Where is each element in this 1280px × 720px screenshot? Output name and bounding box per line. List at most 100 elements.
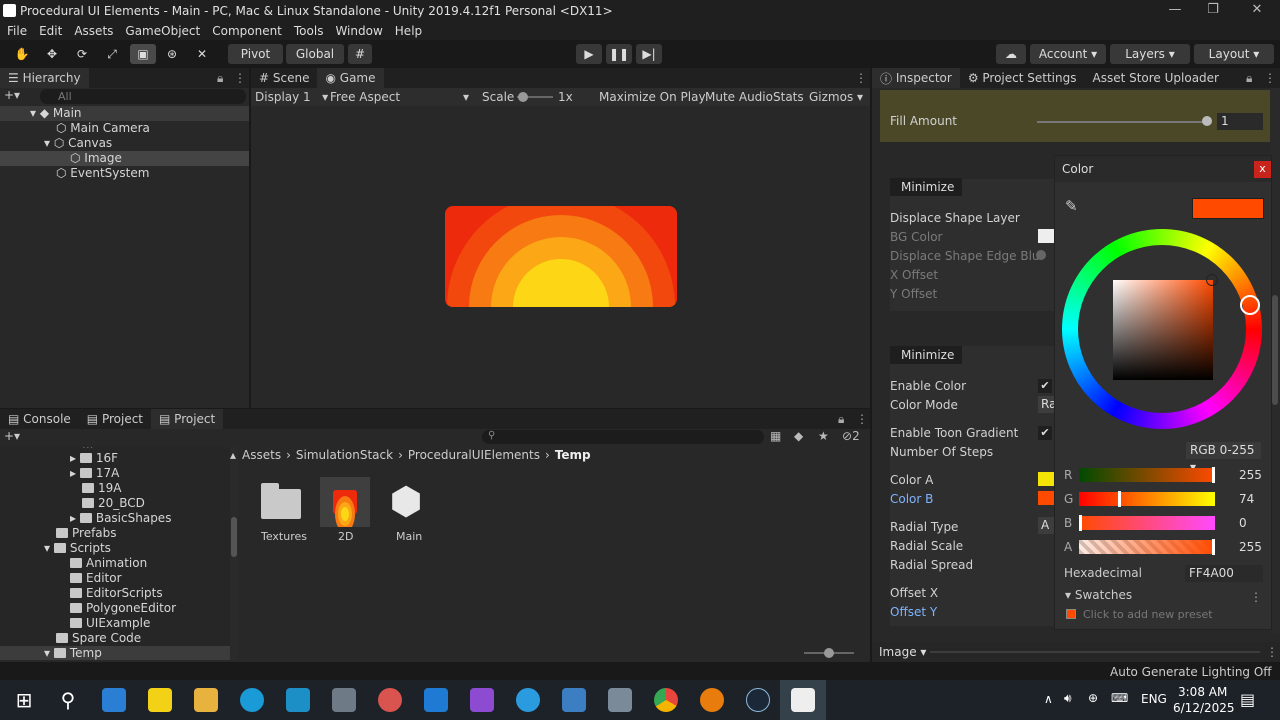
transform-tool-icon[interactable]: ⊛ xyxy=(160,44,184,64)
layout-dropdown[interactable]: Layout ▾ xyxy=(1194,44,1274,64)
cloud-icon[interactable]: ☁ xyxy=(996,44,1026,64)
hex-input[interactable]: FF4A00 xyxy=(1185,565,1263,582)
unity-hub-icon[interactable] xyxy=(608,688,632,712)
fill-amount-field[interactable]: 1 xyxy=(1217,113,1263,130)
swatches-menu-icon[interactable]: ⋮ xyxy=(1250,590,1262,604)
folder-uiexample[interactable]: UIExample xyxy=(70,616,150,631)
close-window-button[interactable]: ✕ xyxy=(1242,2,1272,20)
lock-icon[interactable]: 🔒︎ xyxy=(217,71,223,86)
more-options-icon[interactable]: ⋮ xyxy=(856,412,868,426)
folder-basicshapes[interactable]: ▸ BasicShapes xyxy=(70,511,171,526)
mute-audio-toggle[interactable]: Mute Audio xyxy=(705,90,773,104)
stats-toggle[interactable]: Stats xyxy=(773,90,804,104)
visual-studio-icon[interactable] xyxy=(470,688,494,712)
minimize-button-2[interactable]: Minimize xyxy=(890,346,962,364)
sv-picker-handle[interactable] xyxy=(1206,274,1218,286)
breadcrumb-toggle-icon[interactable]: ▴ xyxy=(230,448,236,462)
tab-game[interactable]: ◉ Game xyxy=(317,68,384,88)
app-icon[interactable] xyxy=(516,688,540,712)
breadcrumb-temp[interactable]: Temp xyxy=(555,448,591,462)
tab-inspector[interactable]: ⓘ Inspector xyxy=(872,68,960,88)
b-slider-handle[interactable] xyxy=(1079,515,1082,531)
snipping-tool-icon[interactable] xyxy=(378,688,402,712)
scale-slider-handle[interactable] xyxy=(518,92,528,102)
a-value-field[interactable]: 255 xyxy=(1235,539,1280,556)
pause-button[interactable]: ❚❚ xyxy=(606,44,632,64)
grid-snap-icon[interactable]: # xyxy=(348,44,372,64)
fill-amount-slider-handle[interactable] xyxy=(1202,116,1212,126)
store-icon[interactable] xyxy=(102,688,126,712)
more-options-icon[interactable]: ⋮ xyxy=(1264,71,1276,85)
pivot-toggle[interactable]: Pivot xyxy=(228,44,283,64)
search-icon[interactable]: ⚲ xyxy=(56,688,80,712)
folder-16f[interactable]: ▸ 16F xyxy=(70,451,118,466)
tab-project-settings[interactable]: ⚙ Project Settings xyxy=(960,68,1085,88)
footer-image-dropdown[interactable]: Image ▾ xyxy=(879,645,926,659)
unity-scene-icon[interactable]: ⬢ xyxy=(384,479,428,523)
close-button[interactable]: x xyxy=(1254,161,1271,178)
color-a-swatch[interactable] xyxy=(1038,472,1054,486)
icon-size-slider-handle[interactable] xyxy=(824,648,834,658)
g-slider-handle[interactable] xyxy=(1118,491,1121,507)
aspect-dropdown[interactable]: Free Aspect xyxy=(330,90,400,104)
folder-editor[interactable]: Editor xyxy=(70,571,122,586)
create-asset-button[interactable]: +▾ xyxy=(4,429,20,443)
breadcrumb-simulationstack[interactable]: SimulationStack xyxy=(296,448,393,462)
filter-label-icon[interactable]: ◆ xyxy=(794,429,803,443)
b-slider[interactable] xyxy=(1079,516,1215,530)
hidden-count[interactable]: ⊘2 xyxy=(842,429,860,443)
clock-time[interactable]: 3:08 AM xyxy=(1178,685,1227,699)
color-mode-dropdown[interactable]: RGB 0-255 ▾ xyxy=(1186,442,1261,474)
account-dropdown[interactable]: Account ▾ xyxy=(1030,44,1106,64)
folder-animation[interactable]: Animation xyxy=(70,556,147,571)
tab-asset-store-uploader[interactable]: Asset Store Uploader xyxy=(1084,68,1227,88)
folder-icon[interactable] xyxy=(258,481,304,521)
chevron-up-icon[interactable]: ∧ xyxy=(1044,692,1053,706)
menu-edit[interactable]: Edit xyxy=(39,24,62,38)
more-options-icon[interactable]: ⋮ xyxy=(234,71,246,85)
saturation-value-square[interactable] xyxy=(1113,280,1213,380)
folder-spare-code[interactable]: Spare Code xyxy=(56,631,141,646)
language-indicator[interactable]: ENG xyxy=(1141,692,1167,706)
menu-component[interactable]: Component xyxy=(212,24,282,38)
rotate-tool-icon[interactable]: ⟳ xyxy=(70,44,94,64)
r-slider[interactable] xyxy=(1079,468,1215,482)
play-button[interactable]: ▶ xyxy=(576,44,602,64)
preview-splitter[interactable] xyxy=(930,651,1260,653)
folder-temp[interactable]: ▾ Temp xyxy=(44,646,102,660)
vscode-icon[interactable] xyxy=(424,688,448,712)
restore-window-button[interactable]: ❐ xyxy=(1198,2,1228,20)
hand-tool-icon[interactable]: ✋ xyxy=(10,44,34,64)
step-button[interactable]: ▶| xyxy=(636,44,662,64)
calculator-icon[interactable] xyxy=(332,688,356,712)
folder-prefabs[interactable]: Prefabs xyxy=(56,526,117,541)
tab-project-1[interactable]: ▤ Project xyxy=(79,409,151,429)
clock-date[interactable]: 6/12/2025 xyxy=(1173,701,1235,715)
notification-icon[interactable]: ▤ xyxy=(1240,690,1255,709)
color-b-swatch[interactable] xyxy=(1038,491,1054,505)
menu-file[interactable]: File xyxy=(7,24,27,38)
hierarchy-item-image[interactable]: ⬡ Image xyxy=(70,151,122,166)
folder-scripts[interactable]: ▾ Scripts xyxy=(44,541,111,556)
blueprint-icon[interactable] xyxy=(562,688,586,712)
menu-gameobject[interactable]: GameObject xyxy=(125,24,200,38)
enable-color-checkbox[interactable]: ✔ xyxy=(1038,379,1052,393)
asset-label-2d[interactable]: 2D xyxy=(338,530,353,543)
eyedropper-icon[interactable]: ✎ xyxy=(1065,197,1078,215)
folder-polygoneeditor[interactable]: PolygoneEditor xyxy=(70,601,176,616)
gizmos-dropdown[interactable]: Gizmos ▾ xyxy=(809,90,863,104)
more-options-icon[interactable]: ⋮ xyxy=(855,71,867,85)
menu-help[interactable]: Help xyxy=(395,24,422,38)
hierarchy-item-canvas[interactable]: ▾ ⬡ Canvas xyxy=(44,136,112,151)
asset-thumbnail-2d[interactable] xyxy=(320,477,370,532)
menu-assets[interactable]: Assets xyxy=(74,24,113,38)
layers-dropdown[interactable]: Layers ▾ xyxy=(1110,44,1190,64)
bg-color-swatch[interactable] xyxy=(1038,229,1054,243)
scene-main[interactable]: ▾ ◆ Main xyxy=(30,106,82,121)
menu-window[interactable]: Window xyxy=(335,24,382,38)
move-tool-icon[interactable]: ✥ xyxy=(40,44,64,64)
minimize-window-button[interactable]: — xyxy=(1160,2,1190,20)
hue-picker-handle[interactable] xyxy=(1240,295,1260,315)
unity-icon[interactable] xyxy=(791,688,815,712)
scale-tool-icon[interactable]: ⤢ xyxy=(100,44,124,64)
